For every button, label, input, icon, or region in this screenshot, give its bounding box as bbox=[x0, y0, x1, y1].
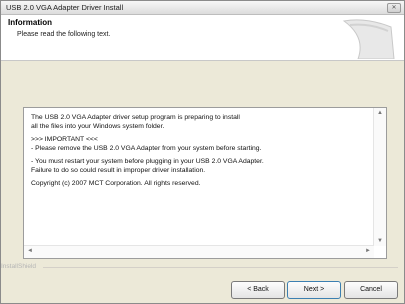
horizontal-scrollbar[interactable]: ◄ ► bbox=[24, 245, 374, 258]
info-line: - Please remove the USB 2.0 VGA Adapter … bbox=[31, 144, 262, 152]
scroll-left-icon[interactable]: ◄ bbox=[27, 248, 33, 254]
close-icon[interactable]: ✕ bbox=[387, 3, 401, 13]
installer-window: USB 2.0 VGA Adapter Driver Install ✕ Inf… bbox=[0, 0, 405, 304]
header-panel: Information Please read the following te… bbox=[1, 15, 404, 61]
title-bar: USB 2.0 VGA Adapter Driver Install ✕ bbox=[1, 1, 404, 15]
info-line: Failure to do so could result in imprope… bbox=[31, 166, 206, 174]
info-line: - You must restart your system before pl… bbox=[31, 158, 264, 165]
next-button[interactable]: Next > bbox=[287, 281, 341, 299]
info-text-box[interactable]: The USB 2.0 VGA Adapter driver setup pro… bbox=[23, 107, 387, 259]
info-line: The USB 2.0 VGA Adapter driver setup pro… bbox=[31, 114, 240, 121]
scroll-right-icon[interactable]: ► bbox=[365, 248, 371, 254]
info-line: all the files into your Windows system f… bbox=[31, 122, 165, 130]
window-title: USB 2.0 VGA Adapter Driver Install bbox=[6, 3, 124, 12]
vertical-scrollbar[interactable]: ▲ ▼ bbox=[373, 108, 386, 246]
scroll-up-icon[interactable]: ▲ bbox=[377, 110, 383, 116]
installshield-brand: InstallShield bbox=[1, 263, 37, 270]
copyright-line: Copyright (c) 2007 MCT Corporation. All … bbox=[31, 180, 201, 187]
back-button[interactable]: < Back bbox=[231, 281, 285, 299]
info-text: The USB 2.0 VGA Adapter driver setup pro… bbox=[31, 114, 370, 194]
divider bbox=[43, 267, 398, 268]
scroll-down-icon[interactable]: ▼ bbox=[377, 238, 383, 244]
cancel-button[interactable]: Cancel bbox=[344, 281, 398, 299]
page-subtitle: Please read the following text. bbox=[17, 31, 111, 38]
installshield-graphic-icon bbox=[336, 17, 396, 59]
page-title: Information bbox=[8, 18, 52, 27]
important-line: >>> IMPORTANT <<< bbox=[31, 136, 98, 143]
